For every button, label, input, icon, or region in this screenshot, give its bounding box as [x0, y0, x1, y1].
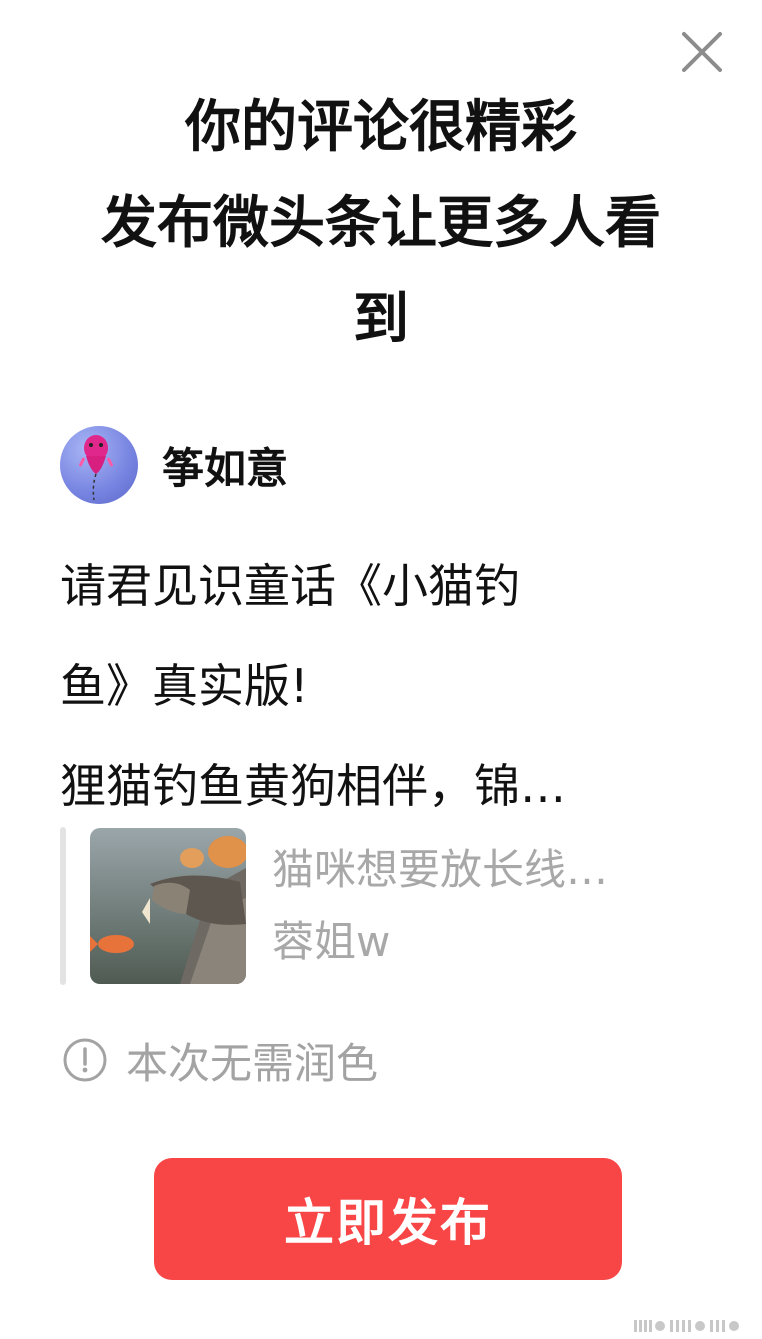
comment-line-3: 狸猫钓鱼黄狗相伴，锦… — [60, 759, 566, 813]
comment-text: 请君见识童话《小猫钓 鱼》真实版! 狸猫钓鱼黄狗相伴，锦… — [60, 536, 680, 836]
comment-line-2: 鱼》真实版! — [60, 659, 309, 713]
close-icon — [682, 32, 722, 72]
avatar — [60, 426, 138, 504]
info-circle-icon — [62, 1037, 108, 1083]
headline-line-3: 到 — [353, 287, 409, 352]
jellyfish-kite-icon — [78, 435, 114, 501]
author-name: 筝如意 — [162, 443, 289, 493]
author-row: 筝如意 — [60, 426, 288, 504]
publish-button[interactable]: 立即发布 — [154, 1158, 622, 1280]
close-button[interactable] — [676, 26, 728, 78]
cat-fishing-image — [90, 828, 246, 984]
dialog-headline: 你的评论很精彩 发布微头条让更多人看 到 — [40, 80, 722, 368]
quoted-post-title: 猫咪想要放长线… — [272, 845, 609, 894]
watermark-logo — [634, 1318, 746, 1334]
comment-line-1: 请君见识童话《小猫钓 — [60, 559, 520, 613]
headline-line-1: 你的评论很精彩 — [185, 95, 577, 160]
quoted-post-info: 猫咪想要放长线… 蓉姐w — [272, 839, 608, 973]
quoted-post-author: 蓉姐w — [272, 917, 391, 966]
polish-notice-text: 本次无需润色 — [126, 1038, 379, 1088]
quoted-post-thumbnail — [90, 828, 246, 984]
headline-line-2: 发布微头条让更多人看 — [101, 191, 661, 256]
polish-notice: 本次无需润色 — [62, 1032, 378, 1088]
quote-divider — [60, 827, 66, 985]
quoted-post-card[interactable]: 猫咪想要放长线… 蓉姐w — [60, 826, 710, 986]
